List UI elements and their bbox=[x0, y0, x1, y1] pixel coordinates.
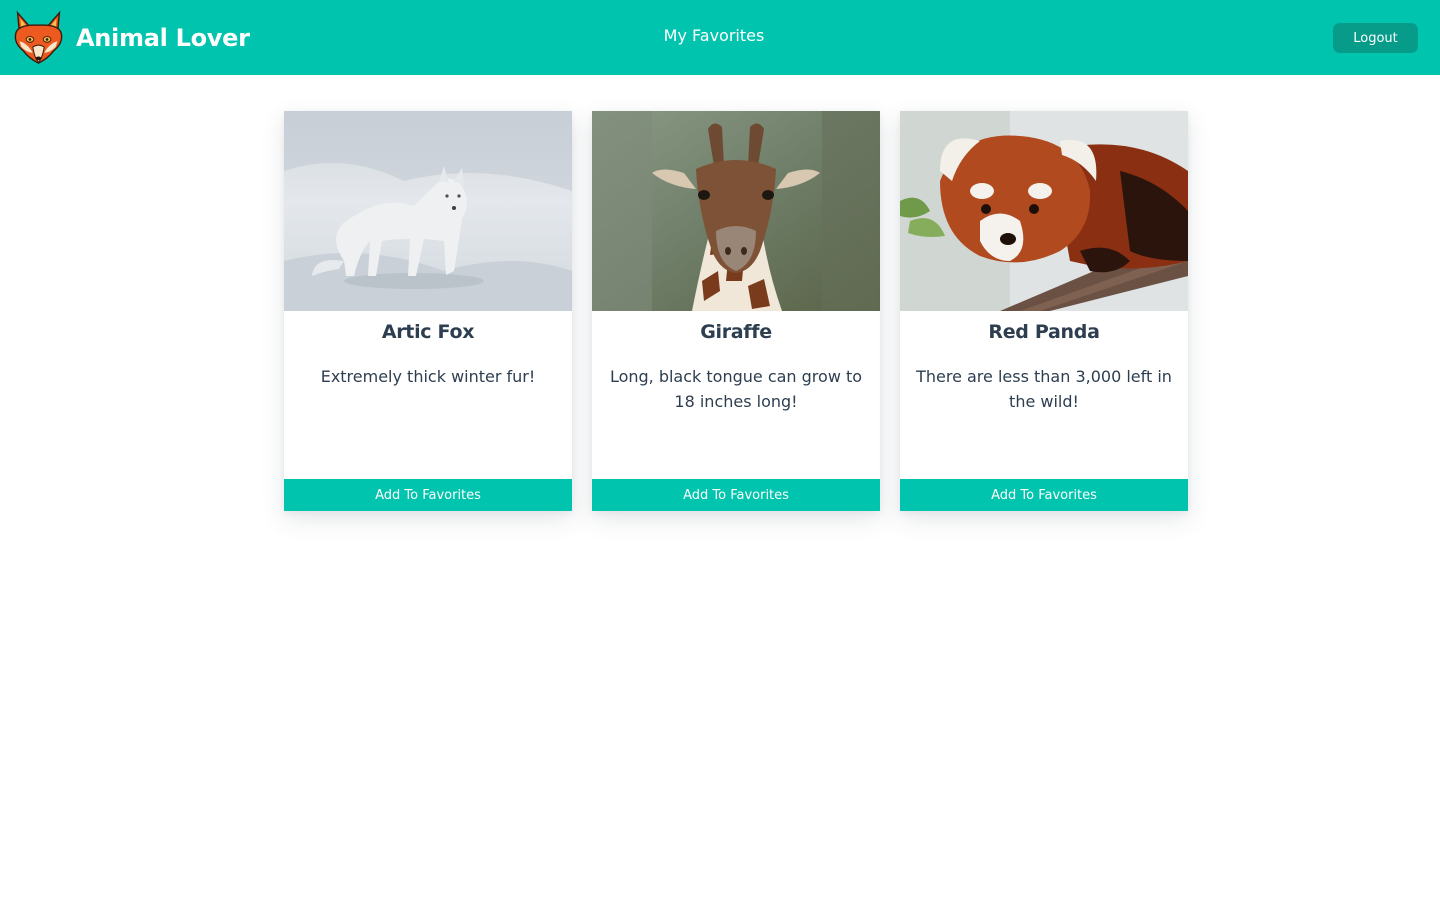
animal-card-red-panda: Red Panda There are less than 3,000 left… bbox=[900, 111, 1188, 511]
giraffe-photo bbox=[592, 111, 880, 311]
red-panda-photo bbox=[900, 111, 1188, 311]
logout-button[interactable]: Logout bbox=[1333, 23, 1418, 53]
nav-my-favorites-link[interactable]: My Favorites bbox=[664, 26, 765, 45]
animal-card-artic-fox: Artic Fox Extremely thick winter fur! Ad… bbox=[284, 111, 572, 511]
artic-fox-photo bbox=[284, 111, 572, 311]
brand-name: Animal Lover bbox=[76, 23, 250, 52]
top-navbar: Animal Lover My Favorites Logout bbox=[0, 0, 1440, 75]
card-title: Red Panda bbox=[988, 321, 1100, 343]
card-description: There are less than 3,000 left in the wi… bbox=[916, 367, 1172, 411]
card-description: Extremely thick winter fur! bbox=[320, 367, 536, 386]
add-to-favorites-button[interactable]: Add To Favorites bbox=[592, 479, 880, 511]
card-description: Long, black tongue can grow to 18 inches… bbox=[609, 367, 863, 411]
card-title: Giraffe bbox=[700, 321, 772, 343]
add-to-favorites-button[interactable]: Add To Favorites bbox=[284, 479, 572, 511]
fox-icon bbox=[14, 10, 63, 64]
brand-home-link[interactable]: Animal Lover bbox=[10, 9, 250, 66]
card-title: Artic Fox bbox=[381, 321, 475, 343]
animal-card-giraffe: Giraffe Long, black tongue can grow to 1… bbox=[592, 111, 880, 511]
add-to-favorites-button[interactable]: Add To Favorites bbox=[900, 479, 1188, 511]
